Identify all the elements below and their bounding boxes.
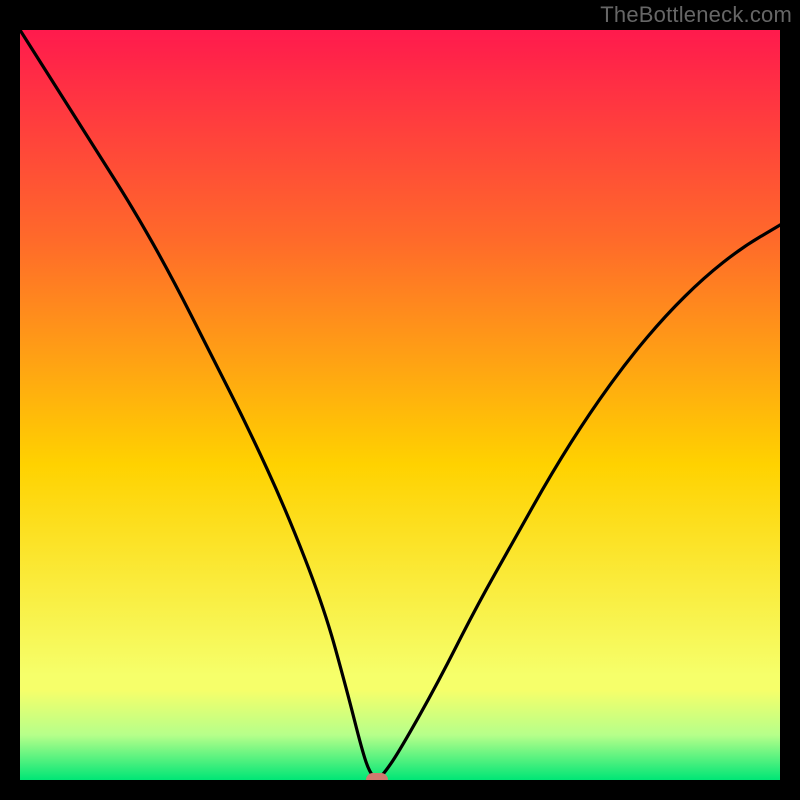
curve-path [20, 30, 780, 778]
plot-area [20, 30, 780, 780]
chart-container: TheBottleneck.com [0, 0, 800, 800]
bottleneck-curve [20, 30, 780, 780]
minimum-marker [366, 773, 388, 780]
attribution-label: TheBottleneck.com [600, 2, 792, 28]
